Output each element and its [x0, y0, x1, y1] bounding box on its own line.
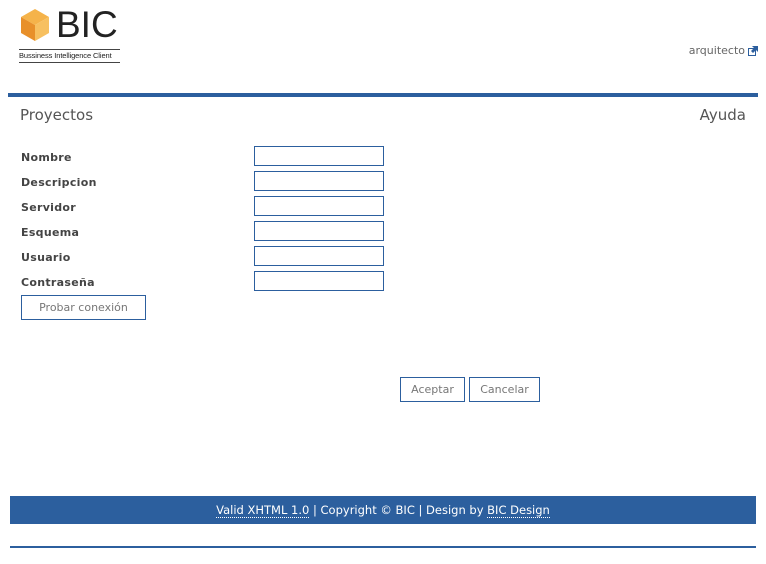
- footer-separator: |: [414, 503, 427, 517]
- cancel-button[interactable]: Cancelar: [469, 377, 540, 402]
- user-link-label[interactable]: arquitecto: [689, 44, 745, 57]
- contrasena-input[interactable]: [254, 271, 384, 291]
- esquema-input[interactable]: [254, 221, 384, 241]
- copyright-text: Copyright © BIC: [320, 503, 415, 517]
- accept-button[interactable]: Aceptar: [400, 377, 465, 402]
- usuario-input[interactable]: [254, 246, 384, 266]
- footer-separator: |: [309, 503, 321, 517]
- label-descripcion: Descripcion: [21, 176, 97, 189]
- valid-xhtml-link[interactable]: Valid XHTML 1.0: [216, 503, 310, 518]
- user-link[interactable]: arquitecto: [689, 44, 758, 57]
- design-prefix: Design by: [426, 503, 488, 517]
- label-usuario: Usuario: [21, 251, 71, 264]
- label-servidor: Servidor: [21, 201, 77, 214]
- footer: Valid XHTML 1.0 | Copyright © BIC | Desi…: [10, 496, 756, 524]
- footer-divider: [10, 546, 756, 548]
- external-link-icon: [748, 45, 758, 56]
- label-contrasena: Contraseña: [21, 276, 95, 289]
- bic-logo: BIC Bussiness Intelligence Client: [18, 4, 122, 66]
- descripcion-input[interactable]: [254, 171, 384, 191]
- page-title: Proyectos: [20, 106, 94, 124]
- bic-design-link[interactable]: BIC Design: [487, 503, 550, 518]
- cube-icon: [21, 9, 49, 41]
- header-divider: [8, 93, 758, 97]
- logo-text: BIC: [56, 4, 118, 45]
- test-connection-button[interactable]: Probar conexión: [21, 295, 146, 320]
- nombre-input[interactable]: [254, 146, 384, 166]
- logo-tagline: Bussiness Intelligence Client: [19, 49, 120, 63]
- help-link[interactable]: Ayuda: [700, 106, 746, 124]
- servidor-input[interactable]: [254, 196, 384, 216]
- label-nombre: Nombre: [21, 151, 72, 164]
- label-esquema: Esquema: [21, 226, 80, 239]
